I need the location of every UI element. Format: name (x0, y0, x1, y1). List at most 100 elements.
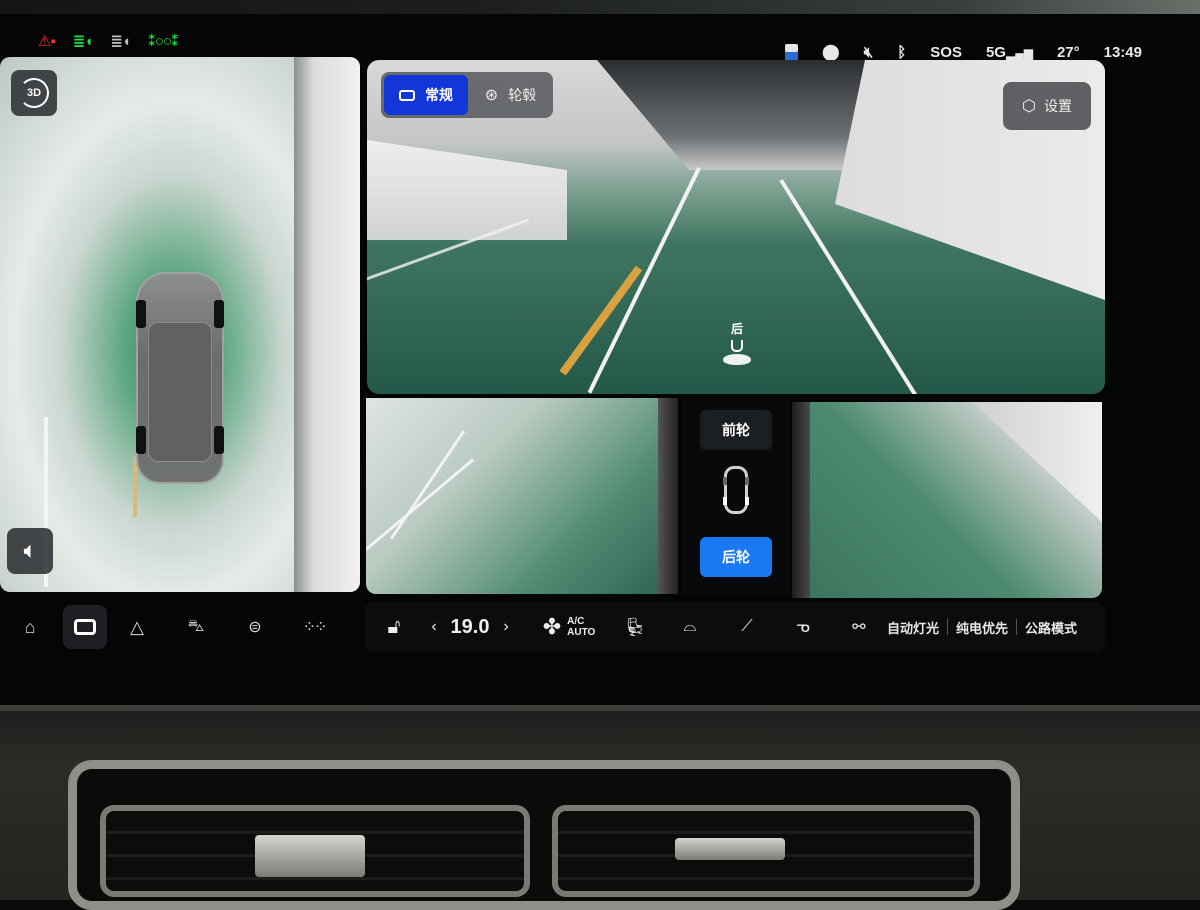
nav-home[interactable]: ⌂ (1, 605, 59, 649)
camera-settings-button[interactable]: ⬡ 设置 (1003, 82, 1091, 130)
unlock-icon: 🔓︎ (387, 615, 401, 638)
wheel-selector-panel: 前轮 后轮 (682, 398, 790, 594)
navigation-arrow-icon: △ (130, 616, 144, 637)
front-wheel-label: 前轮 (722, 422, 750, 438)
rear-defrost-button[interactable]: ⌓ (661, 618, 719, 636)
mute-icon[interactable]: 🔇︎ (864, 44, 873, 61)
wheel-front-right (214, 300, 224, 328)
right-wheel-camera-view (792, 402, 1102, 598)
road-mode-button[interactable]: 公路模式 (1025, 618, 1077, 637)
lane-line-yellow (559, 265, 643, 376)
wheel-rear-left (136, 426, 146, 454)
bluetooth-icon[interactable]: ᛒ (897, 44, 906, 61)
media-card-icon[interactable] (784, 44, 798, 60)
separator (1016, 619, 1018, 635)
ac-auto-button[interactable]: ✤ A/C AUTO (529, 614, 609, 640)
mode-normal-label: 常规 (425, 87, 453, 103)
steering-heat-button[interactable]: ⚯ (831, 617, 887, 637)
nav-apps[interactable]: ⁘⁘ (285, 605, 343, 649)
lane-line-left (587, 167, 701, 394)
rear-radar-marker: 后 (717, 320, 757, 365)
screen-bezel-glare (0, 0, 1200, 14)
home-icon: ⌂ (24, 616, 36, 637)
temperature-display: 19.0 (450, 615, 490, 638)
rear-wheel-label: 后轮 (722, 549, 750, 565)
nav-vehicle[interactable]: ⛍ (167, 605, 225, 649)
camera-view-icon (74, 619, 96, 635)
speaker-icon: 🔈︎ (24, 539, 36, 562)
apps-grid-icon: ⁘⁘ (302, 619, 328, 636)
front-wheels-indicator (723, 477, 749, 485)
ac-auto-label: A/C AUTO (567, 616, 595, 638)
vehicle-roof (148, 322, 212, 462)
wheel-front-left (136, 300, 146, 328)
infotainment-screen: ⚠▪ ≣◖ ≣◖ ⁑○○⁑ ⬤ 🔇︎ ᛒ SOS 5G▂▄▆ 27° 13:49… (0, 0, 1200, 705)
mode-wheel-hub-label: 轮毂 (508, 87, 537, 103)
view-3d-button[interactable]: 3D (11, 70, 57, 116)
status-indicators: ⚠▪ ≣◖ ≣◖ ⁑○○⁑ (38, 32, 179, 50)
seat-ventilation-button[interactable]: 💺︎ (609, 617, 661, 638)
toggles-icon: ⊜ (248, 619, 262, 636)
seat-adjust-button[interactable]: ᓀ (775, 617, 831, 637)
car-icon: ⛍ (187, 618, 205, 635)
outside-temperature: 27° (1056, 43, 1080, 61)
seatbelt-warning-icon: ⚠▪ (38, 33, 56, 50)
mirror-fold-button[interactable]: ⟋ (719, 618, 775, 636)
fan-icon: ✤ (542, 614, 562, 639)
ac-label: A/C (567, 616, 585, 627)
radar-sound-button[interactable]: 🔈︎ (7, 528, 53, 574)
sos-button[interactable]: SOS (930, 44, 962, 61)
gear-icon: ⬡ (1022, 98, 1036, 115)
headlight-auto-icon: ≣◖ (110, 33, 131, 50)
lock-button[interactable]: 🔓︎ (365, 616, 423, 639)
left-cam-line (366, 458, 475, 551)
rear-wheel-button[interactable]: 后轮 (700, 537, 772, 577)
vent-tab-right[interactable] (675, 838, 785, 860)
wheel-hub-icon: ⊛ (484, 87, 499, 104)
clock: 13:49 (1103, 43, 1142, 61)
camera-icon (399, 89, 415, 101)
wheel-position-icon (723, 466, 749, 514)
rear-marker-label: 后 (730, 322, 743, 336)
nav-camera[interactable] (63, 605, 107, 649)
mode-normal-tab[interactable]: 常规 (384, 75, 468, 115)
seat-icon: ᓀ (796, 619, 810, 636)
left-cam-vehicle-side (658, 398, 678, 594)
steering-icon: ⚯ (852, 619, 866, 636)
dashboard-trim (0, 705, 1200, 711)
left-wheel-camera-view (366, 398, 678, 594)
signal-bars-icon: ▂▄▆ (1005, 45, 1033, 60)
wheel-rear-right (214, 426, 224, 454)
radar-zone-icon (723, 354, 751, 365)
temp-decrease-button[interactable]: ‹ (423, 618, 445, 636)
rear-wheels-indicator (723, 497, 749, 505)
settings-label: 设置 (1043, 98, 1072, 114)
auto-high-beam-icon: ≣◖ (72, 33, 94, 50)
bottom-nav: ⌂ △ ⛍ ⊜ ⁘⁘ (0, 600, 356, 654)
left-cam-line-2 (389, 430, 466, 540)
position-lights-icon: ⁑○○⁑ (148, 33, 179, 50)
camera-mode-switch: 常规 ⊛ 轮毂 (381, 72, 553, 118)
overview-wall (294, 57, 360, 592)
defrost-icon: ⌓ (683, 618, 697, 635)
front-wheel-button[interactable]: 前轮 (700, 410, 772, 450)
separator (947, 619, 949, 635)
mirror-icon: ⟋ (741, 618, 753, 635)
seat-fan-icon: 💺︎ (623, 616, 647, 637)
network-status: 5G▂▄▆ (986, 44, 1033, 61)
view-3d-label: 3D (26, 87, 42, 99)
mode-wheel-hub-tab[interactable]: ⊛ 轮毂 (468, 85, 553, 105)
nav-controls[interactable]: ⊜ (226, 605, 284, 649)
rear-camera-view: 常规 ⊛ 轮毂 ⬡ 设置 后 (367, 60, 1105, 394)
rotate-3d-icon: 3D (19, 78, 49, 108)
nav-navigation[interactable]: △ (108, 605, 166, 649)
auto-lights-button[interactable]: 自动灯光 (887, 618, 939, 637)
ev-priority-button[interactable]: 纯电优先 (956, 618, 1008, 637)
vent-tab-left[interactable] (255, 835, 365, 877)
right-cam-wall (972, 402, 1102, 522)
status-bar-right: ⬤ 🔇︎ ᛒ SOS 5G▂▄▆ 27° 13:49 (784, 42, 1142, 62)
climate-control-bar: 🔓︎ ‹ 19.0 › ✤ A/C AUTO 💺︎ ⌓ ⟋ ᓀ ⚯ 自动灯光 纯电… (365, 602, 1105, 652)
temp-increase-button[interactable]: › (495, 618, 517, 636)
surround-overview-panel[interactable]: 3D 🔈︎ (0, 57, 360, 592)
location-icon[interactable]: ⬤ (822, 42, 840, 62)
